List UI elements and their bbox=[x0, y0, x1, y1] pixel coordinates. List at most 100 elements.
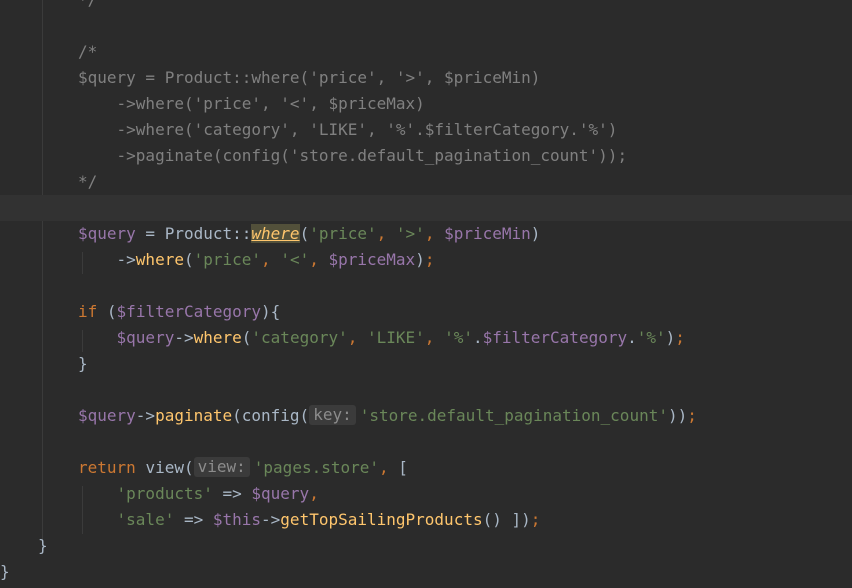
code-token: => bbox=[212, 484, 252, 503]
code-token: */ bbox=[78, 0, 97, 9]
code-token: 'price' bbox=[193, 250, 262, 269]
code-line[interactable] bbox=[0, 429, 852, 455]
code-token: $query = Product::where('price', '>', $p… bbox=[78, 68, 541, 87]
parameter-hint: view: bbox=[193, 457, 250, 477]
code-token: where bbox=[251, 224, 300, 243]
code-token: /* bbox=[78, 42, 98, 61]
code-token: 'products' bbox=[116, 484, 213, 503]
code-token: ) bbox=[530, 224, 541, 243]
code-line[interactable]: } bbox=[0, 351, 852, 377]
code-token: $priceMax bbox=[328, 250, 416, 269]
code-token: ->where('category', 'LIKE', '%'.$filterC… bbox=[78, 120, 618, 139]
code-token: 'pages.store' bbox=[253, 458, 380, 477]
code-token: () ]) bbox=[482, 510, 531, 529]
code-token: getTopSailingProducts bbox=[280, 510, 483, 529]
code-token: -> bbox=[261, 510, 281, 529]
code-token: , bbox=[379, 458, 399, 477]
code-token: = Product:: bbox=[135, 224, 252, 243]
code-token: , bbox=[261, 250, 281, 269]
code-token: ( bbox=[106, 302, 117, 321]
code-token: ){ bbox=[261, 302, 281, 321]
code-line[interactable] bbox=[0, 377, 852, 403]
code-token: '%' bbox=[636, 328, 666, 347]
code-token: (config( bbox=[232, 406, 310, 425]
code-token: where bbox=[193, 328, 242, 347]
code-token: [ bbox=[398, 458, 408, 477]
code-editor[interactable]: *//*$query = Product::where('price', '>'… bbox=[0, 0, 852, 588]
code-token: , bbox=[424, 328, 445, 347]
code-token: view( bbox=[145, 458, 194, 477]
code-token: , bbox=[347, 328, 367, 347]
code-line[interactable]: ->where('price', '<', $priceMax); bbox=[0, 247, 852, 273]
code-token: ->paginate(config('store.default_paginat… bbox=[78, 146, 628, 165]
code-token: , bbox=[376, 224, 396, 243]
parameter-hint: key: bbox=[309, 405, 356, 425]
code-token: ( bbox=[183, 250, 194, 269]
code-token: )) bbox=[667, 406, 688, 425]
code-token: ->where('price', '<', $priceMax) bbox=[78, 94, 425, 113]
code-line[interactable]: $query = Product::where('price', '>', $p… bbox=[0, 65, 852, 91]
code-token: . bbox=[627, 328, 637, 347]
code-token: if bbox=[78, 302, 107, 321]
code-token: ; bbox=[530, 510, 541, 529]
code-token: 'price' bbox=[309, 224, 377, 243]
code-line[interactable]: ->where('category', 'LIKE', '%'.$filterC… bbox=[0, 117, 852, 143]
code-token: ; bbox=[675, 328, 685, 347]
code-token: , bbox=[309, 250, 329, 269]
code-token: '<' bbox=[280, 250, 310, 269]
code-line[interactable]: $query = Product::where('price', '>', $p… bbox=[0, 221, 852, 247]
code-line[interactable]: ->paginate(config('store.default_paginat… bbox=[0, 143, 852, 169]
code-line[interactable]: } bbox=[0, 559, 852, 585]
code-line[interactable]: 'products' => $query, bbox=[0, 481, 852, 507]
code-line[interactable]: } bbox=[0, 533, 852, 559]
code-token: $this bbox=[212, 510, 262, 529]
code-line[interactable] bbox=[0, 273, 852, 299]
code-token: ; bbox=[424, 250, 435, 269]
code-token: -> bbox=[174, 328, 194, 347]
code-line[interactable]: /* bbox=[0, 39, 852, 65]
code-token: 'LIKE' bbox=[367, 328, 425, 347]
code-token: ) bbox=[415, 250, 425, 269]
code-token: -> bbox=[78, 250, 136, 269]
code-token: ( bbox=[241, 328, 252, 347]
code-line[interactable]: */ bbox=[0, 0, 852, 13]
code-token: 'store.default_pagination_count' bbox=[359, 406, 668, 425]
code-token: => bbox=[174, 510, 213, 529]
code-token: ( bbox=[299, 224, 310, 243]
code-line[interactable]: ->where('price', '<', $priceMax) bbox=[0, 91, 852, 117]
code-token: } bbox=[38, 536, 48, 555]
code-token: ; bbox=[687, 406, 697, 425]
code-token: $query bbox=[78, 406, 136, 425]
code-token: return bbox=[78, 458, 146, 477]
code-token: $filterCategory bbox=[482, 328, 628, 347]
code-token: } bbox=[78, 354, 88, 373]
code-line-current[interactable] bbox=[0, 195, 852, 221]
code-token: , bbox=[424, 224, 445, 243]
code-line[interactable]: */ bbox=[0, 169, 852, 195]
code-line[interactable]: $query->where('category', 'LIKE', '%'.$f… bbox=[0, 325, 852, 351]
code-token: $query bbox=[116, 328, 175, 347]
code-line[interactable]: if ($filterCategory){ bbox=[0, 299, 852, 325]
code-line[interactable]: 'sale' => $this->getTopSailingProducts()… bbox=[0, 507, 852, 533]
code-token: $query bbox=[251, 484, 310, 503]
code-line[interactable]: $query->paginate(config(key:'store.defau… bbox=[0, 403, 852, 429]
code-token: $query bbox=[78, 224, 136, 243]
code-token: , bbox=[309, 484, 319, 503]
code-token: . bbox=[472, 328, 483, 347]
code-token: '%' bbox=[444, 328, 473, 347]
code-token: where bbox=[135, 250, 184, 269]
code-token: -> bbox=[135, 406, 156, 425]
code-token: '>' bbox=[395, 224, 425, 243]
code-token: } bbox=[0, 562, 10, 581]
code-token: ) bbox=[665, 328, 676, 347]
code-line[interactable] bbox=[0, 13, 852, 39]
code-line[interactable]: return view(view:'pages.store', [ bbox=[0, 455, 852, 481]
code-token: 'category' bbox=[251, 328, 348, 347]
code-token: */ bbox=[78, 172, 98, 191]
code-token: $filterCategory bbox=[116, 302, 262, 321]
code-token: paginate bbox=[155, 406, 233, 425]
code-token: $priceMin bbox=[444, 224, 531, 243]
